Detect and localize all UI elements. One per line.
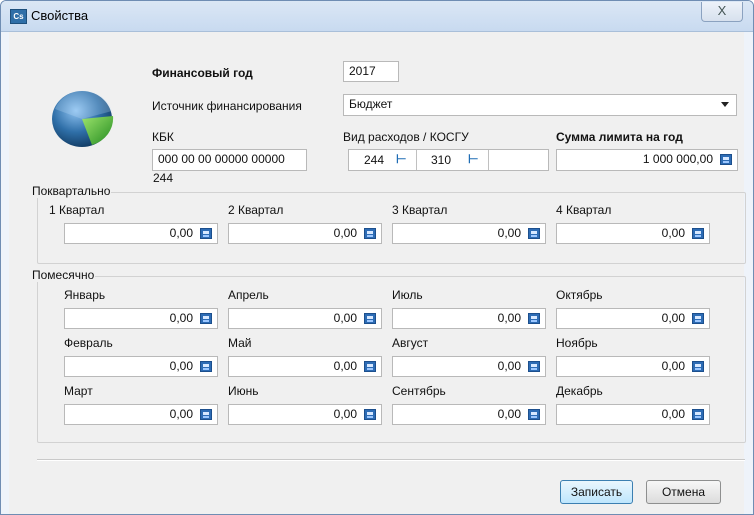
quarter-4-value: 0,00 xyxy=(661,226,685,240)
calculator-icon[interactable] xyxy=(364,228,376,239)
expense-kosgu-field[interactable]: 244 ⊢ 310 ⊢ xyxy=(348,149,549,171)
funding-source-select[interactable]: Бюджет xyxy=(343,94,737,116)
quarter-3-field[interactable]: 0,00 xyxy=(392,223,546,244)
quarter-1-value: 0,00 xyxy=(169,226,193,240)
month-july-value: 0,00 xyxy=(497,311,521,325)
field-divider xyxy=(416,150,417,170)
month-december-field[interactable]: 0,00 xyxy=(556,404,710,425)
month-november-field[interactable]: 0,00 xyxy=(556,356,710,377)
tree-picker-icon[interactable]: ⊢ xyxy=(396,153,407,166)
month-july-label: Июль xyxy=(392,288,423,302)
title-bar: Cs Свойства X xyxy=(1,1,753,32)
calculator-icon[interactable] xyxy=(528,361,540,372)
quarter-2-field[interactable]: 0,00 xyxy=(228,223,382,244)
month-june-field[interactable]: 0,00 xyxy=(228,404,382,425)
calculator-icon[interactable] xyxy=(528,228,540,239)
calculator-icon[interactable] xyxy=(200,228,212,239)
month-february-value: 0,00 xyxy=(169,359,193,373)
kosgu-value: 310 xyxy=(431,153,452,167)
calculator-icon[interactable] xyxy=(200,409,212,420)
tree-picker-icon[interactable]: ⊢ xyxy=(468,153,479,166)
annual-limit-label: Сумма лимита на год xyxy=(556,130,683,144)
month-january-value: 0,00 xyxy=(169,311,193,325)
month-november-value: 0,00 xyxy=(661,359,685,373)
fiscal-year-field[interactable]: 2017 xyxy=(343,61,399,82)
month-january-field[interactable]: 0,00 xyxy=(64,308,218,329)
quarter-1-field[interactable]: 0,00 xyxy=(64,223,218,244)
calculator-icon[interactable] xyxy=(720,154,732,165)
expense-type-value: 244 xyxy=(364,153,385,167)
window-title: Свойства xyxy=(31,8,89,23)
month-april-field[interactable]: 0,00 xyxy=(228,308,382,329)
chevron-down-icon[interactable] xyxy=(721,102,729,107)
quarter-3-value: 0,00 xyxy=(497,226,521,240)
month-june-label: Июнь xyxy=(228,384,259,398)
month-march-field[interactable]: 0,00 xyxy=(64,404,218,425)
quarter-2-label: 2 Квартал xyxy=(228,203,284,217)
month-august-value: 0,00 xyxy=(497,359,521,373)
month-august-label: Август xyxy=(392,336,429,350)
properties-window: Cs Свойства X Финансовый год 2017 Источн… xyxy=(0,0,754,515)
calculator-icon[interactable] xyxy=(528,313,540,324)
quarter-4-field[interactable]: 0,00 xyxy=(556,223,710,244)
month-november-label: Ноябрь xyxy=(556,336,598,350)
fiscal-year-label: Финансовый год xyxy=(152,66,253,80)
calculator-icon[interactable] xyxy=(200,361,212,372)
pie-chart-icon xyxy=(52,90,114,147)
month-may-label: Май xyxy=(228,336,252,350)
kbk-label: КБК xyxy=(152,130,174,144)
quarter-4-label: 4 Квартал xyxy=(556,203,612,217)
dialog-content: Финансовый год 2017 Источник финансирова… xyxy=(9,32,746,514)
annual-limit-value: 1 000 000,00 xyxy=(642,152,713,166)
calculator-icon[interactable] xyxy=(364,313,376,324)
quarter-2-value: 0,00 xyxy=(333,226,357,240)
calculator-icon[interactable] xyxy=(364,361,376,372)
calculator-icon[interactable] xyxy=(528,409,540,420)
funding-source-value: Бюджет xyxy=(349,97,393,111)
month-september-value: 0,00 xyxy=(497,407,521,421)
calculator-icon[interactable] xyxy=(692,361,704,372)
month-january-label: Январь xyxy=(64,288,106,302)
month-october-label: Октябрь xyxy=(556,288,603,302)
app-icon: Cs xyxy=(10,9,27,24)
calculator-icon[interactable] xyxy=(692,228,704,239)
month-december-value: 0,00 xyxy=(661,407,685,421)
expense-kosgu-label: Вид расходов / КОСГУ xyxy=(343,130,469,144)
quarter-1-label: 1 Квартал xyxy=(49,203,105,217)
kbk-value: 000 00 00 00000 00000 244 xyxy=(153,152,285,185)
footer-separator xyxy=(37,459,745,461)
month-may-field[interactable]: 0,00 xyxy=(228,356,382,377)
month-april-value: 0,00 xyxy=(333,311,357,325)
funding-source-label: Источник финансирования xyxy=(152,99,302,113)
month-may-value: 0,00 xyxy=(333,359,357,373)
quarterly-group-title: Поквартально xyxy=(31,184,112,198)
month-september-label: Сентябрь xyxy=(392,384,446,398)
month-august-field[interactable]: 0,00 xyxy=(392,356,546,377)
quarter-3-label: 3 Квартал xyxy=(392,203,448,217)
calculator-icon[interactable] xyxy=(200,313,212,324)
monthly-group-title: Помесячно xyxy=(31,268,96,282)
month-july-field[interactable]: 0,00 xyxy=(392,308,546,329)
month-february-field[interactable]: 0,00 xyxy=(64,356,218,377)
month-march-value: 0,00 xyxy=(169,407,193,421)
annual-limit-field[interactable]: 1 000 000,00 xyxy=(556,149,738,171)
month-april-label: Апрель xyxy=(228,288,269,302)
month-december-label: Декабрь xyxy=(556,384,603,398)
month-march-label: Март xyxy=(64,384,93,398)
month-february-label: Февраль xyxy=(64,336,113,350)
kbk-field[interactable]: 000 00 00 00000 00000 244 xyxy=(152,149,307,185)
month-june-value: 0,00 xyxy=(333,407,357,421)
cancel-button[interactable]: Отмена xyxy=(646,480,721,504)
field-divider xyxy=(488,150,489,170)
fiscal-year-value: 2017 xyxy=(349,64,376,78)
month-october-field[interactable]: 0,00 xyxy=(556,308,710,329)
save-button[interactable]: Записать xyxy=(560,480,633,504)
month-september-field[interactable]: 0,00 xyxy=(392,404,546,425)
calculator-icon[interactable] xyxy=(692,409,704,420)
close-button[interactable]: X xyxy=(701,2,743,22)
calculator-icon[interactable] xyxy=(364,409,376,420)
month-october-value: 0,00 xyxy=(661,311,685,325)
calculator-icon[interactable] xyxy=(692,313,704,324)
